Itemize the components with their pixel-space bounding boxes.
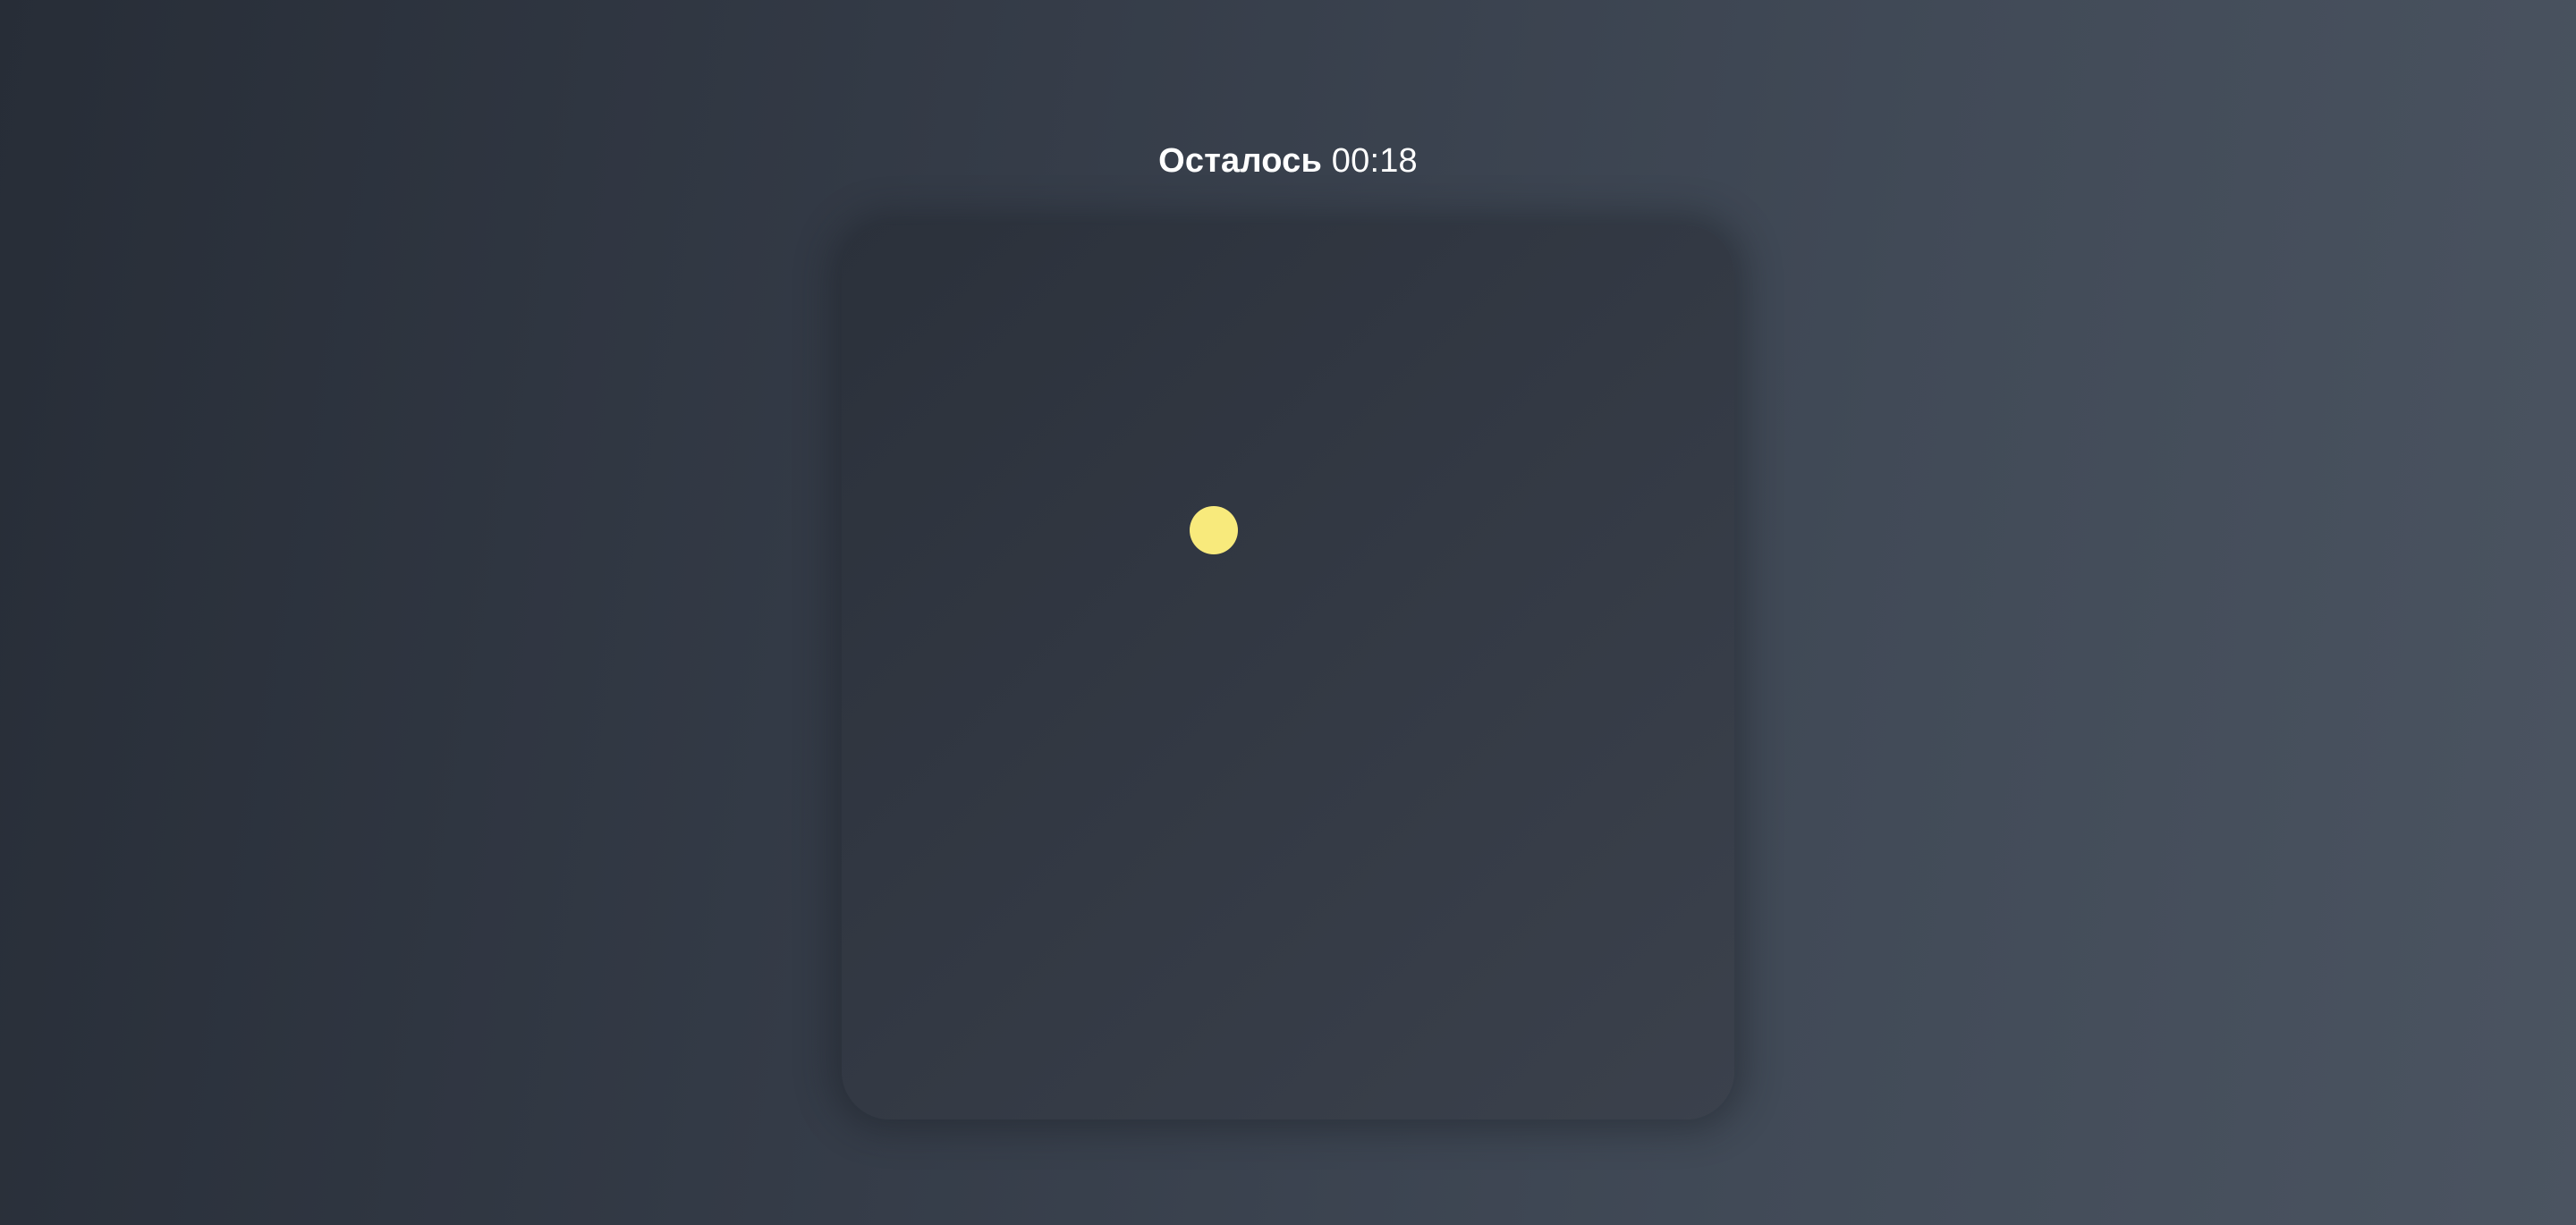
yellow-dot-icon[interactable] xyxy=(1190,506,1238,554)
game-board[interactable] xyxy=(842,225,1734,1119)
countdown-timer: Осталось 00:18 xyxy=(0,139,2576,182)
game-screen: { "timer": { "label": "Осталось", "value… xyxy=(0,0,2576,1225)
timer-value: 00:18 xyxy=(1331,142,1418,180)
timer-label: Осталось xyxy=(1158,142,1323,180)
